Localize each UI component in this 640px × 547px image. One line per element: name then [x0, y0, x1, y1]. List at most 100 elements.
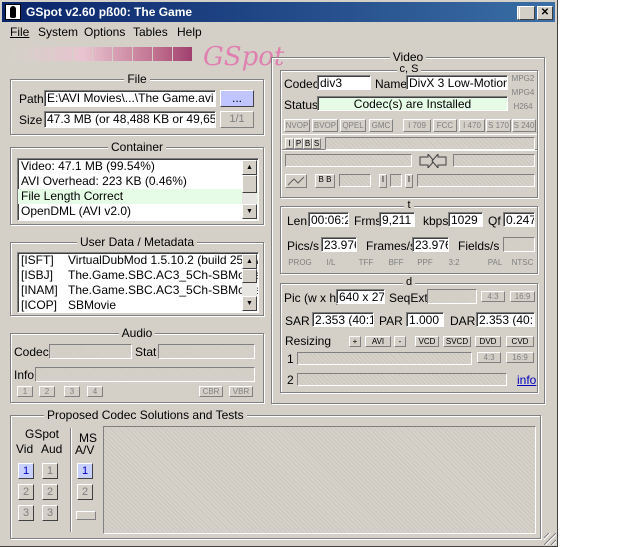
frame-thumbnail-icon[interactable]	[285, 174, 307, 188]
title-bar[interactable]: GSpot v2.60 pß00: The Game _ ✕	[2, 2, 555, 22]
pics-label: Pics/s	[287, 239, 320, 253]
seqext-label: SeqExt	[389, 291, 428, 305]
close-button[interactable]: ✕	[537, 6, 553, 20]
maximize-button[interactable]	[519, 6, 535, 20]
audio-stream-1-button[interactable]: 1	[17, 386, 33, 397]
menu-tables[interactable]: Tables	[133, 25, 168, 39]
aspect-169-button[interactable]: 16:9	[510, 291, 535, 302]
audio-group: Audio Codec Stat Info 1 2 3 4 CBR VBR	[10, 326, 264, 403]
menu-file[interactable]: File	[10, 25, 29, 39]
path-field[interactable]: E:\AVI Movies\...\The Game.avi	[44, 90, 216, 107]
menu-bar: File System Options Tables Help	[2, 23, 555, 41]
status-field: Codec(s) are Installed	[317, 96, 508, 111]
t-label: t	[404, 199, 414, 211]
aud-3-button[interactable]: 3	[42, 505, 58, 521]
codec-label: Codec	[284, 77, 319, 91]
flag-fcc[interactable]: FCC	[433, 119, 457, 132]
list-item[interactable]: OpenDML (AVI v2.0)	[18, 204, 258, 219]
scroll-thumb[interactable]	[242, 175, 257, 193]
ms-extra-button[interactable]	[76, 511, 96, 520]
qf-label: Qf	[488, 214, 501, 228]
resize-grip-icon[interactable]	[544, 533, 556, 545]
flag-ntsc: NTSC	[509, 258, 536, 269]
proposed-group-label: Proposed Codec Solutions and Tests	[44, 408, 247, 422]
userdata-list[interactable]: [ISFT] VirtualDubMod 1.5.10.2 (build 2540…	[17, 252, 259, 313]
flag-i709[interactable]: I 709	[403, 119, 431, 132]
frms-field: 9,211	[379, 212, 415, 227]
list-item[interactable]: AVI Overhead: 223 KB (0.46%)	[18, 174, 258, 189]
audio-info-field	[35, 367, 255, 382]
resize-1-label: 1	[287, 352, 294, 366]
scroll-up-icon[interactable]: ▲	[242, 160, 257, 175]
list-item[interactable]: File Length Correct	[18, 189, 258, 204]
scroll-up-icon[interactable]: ▲	[242, 254, 257, 269]
container-list[interactable]: Video: 47.1 MB (99.54%) AVI Overhead: 22…	[17, 158, 259, 221]
vid-3-button[interactable]: 3	[18, 505, 34, 521]
scroll-down-icon[interactable]: ▼	[242, 204, 257, 219]
menu-options[interactable]: Options	[84, 25, 125, 39]
info-link[interactable]: info	[517, 373, 536, 387]
pic-size-field: 640 x 27	[336, 289, 385, 304]
resize-avi-button[interactable]: AVI	[365, 336, 391, 347]
ms-1-button[interactable]: 1	[77, 463, 93, 479]
gop-bar	[417, 174, 535, 187]
resize-plus-button[interactable]: +	[349, 336, 361, 347]
frms-label: Frms	[354, 214, 382, 228]
codec-name-field: DivX 3 Low-Motion	[406, 75, 508, 90]
flag-nvop[interactable]: NVOP	[284, 119, 310, 132]
audio-stream-2-button[interactable]: 2	[39, 386, 55, 397]
flag-bvop[interactable]: BVOP	[312, 119, 338, 132]
dar-field: 2.353 (40:1	[476, 312, 535, 327]
resize-169-button[interactable]: 16:9	[506, 352, 534, 363]
par-field: 1.000	[406, 312, 444, 327]
frame-sequence-strip	[325, 137, 535, 150]
resize-43-button[interactable]: 4:3	[477, 352, 501, 363]
flag-bff: BFF	[384, 258, 408, 269]
container-scrollbar[interactable]: ▲ ▼	[242, 160, 257, 219]
vbr-button[interactable]: VBR	[229, 386, 253, 397]
resize-cvd-button[interactable]: CVD	[506, 336, 534, 347]
userdata-scrollbar[interactable]: ▲ ▼	[242, 254, 257, 311]
table-row[interactable]: [ISBJ] The.Game.SBC.AC3_5Ch-SBMovie.	[18, 268, 258, 283]
menu-help[interactable]: Help	[177, 25, 202, 39]
flag-gmc[interactable]: GMC	[369, 119, 393, 132]
resize-vcd-button[interactable]: VCD	[415, 336, 439, 347]
resize-minus-button[interactable]: -	[394, 336, 406, 347]
scroll-down-icon[interactable]: ▼	[242, 296, 257, 311]
sar-field: 2.353 (40:17	[312, 312, 374, 327]
aspect-43-button[interactable]: 4:3	[481, 291, 505, 302]
bb-field	[339, 174, 371, 187]
aud-1-button[interactable]: 1	[42, 463, 58, 479]
status-label: Status	[284, 98, 319, 112]
table-row[interactable]: [INAM] The.Game.SBC.AC3_5Ch-SBMovie.	[18, 283, 258, 298]
aud-2-button[interactable]: 2	[42, 484, 58, 500]
bb-gap-icon: B B	[315, 174, 335, 188]
d-label: d	[402, 276, 416, 288]
flag-i470[interactable]: I 470	[459, 119, 485, 132]
ms-2-button[interactable]: 2	[77, 484, 93, 500]
scroll-thumb[interactable]	[242, 269, 257, 283]
flag-s240[interactable]: S 240	[512, 119, 536, 132]
audio-stat-label: Stat	[135, 345, 157, 359]
audio-stream-3-button[interactable]: 3	[64, 386, 80, 397]
resize-svcd-button[interactable]: SVCD	[443, 336, 471, 347]
table-row[interactable]: [ISFT] VirtualDubMod 1.5.10.2 (build 2540…	[18, 253, 258, 268]
flag-il: I/L	[319, 258, 343, 269]
resize-dvd-button[interactable]: DVD	[475, 336, 501, 347]
cbr-button[interactable]: CBR	[199, 386, 223, 397]
table-row[interactable]: [ICOP] SBMovie	[18, 298, 258, 312]
vid-1-button[interactable]: 1	[18, 463, 34, 479]
page-indicator[interactable]: 1/1	[220, 111, 254, 128]
flag-qpel[interactable]: QPEL	[340, 119, 366, 132]
audio-stream-4-button[interactable]: 4	[87, 386, 103, 397]
timing-subgroup: t Len 00:06:2 Frms 9,211 kbps 1029 Qf 0.…	[280, 199, 538, 274]
vid-2-button[interactable]: 2	[18, 484, 34, 500]
app-icon[interactable]	[5, 4, 21, 20]
menu-system[interactable]: System	[38, 25, 78, 39]
file-group: File Path E:\AVI Movies\...\The Game.avi…	[10, 72, 264, 135]
list-item[interactable]: Video: 47.1 MB (99.54%)	[18, 159, 258, 174]
mpg4-indicator: MPG4	[511, 88, 535, 98]
flag-s170[interactable]: S 170	[486, 119, 511, 132]
main-window: GSpot v2.60 pß00: The Game _ ✕ File Syst…	[0, 0, 558, 547]
browse-button[interactable]: ...	[220, 90, 254, 107]
